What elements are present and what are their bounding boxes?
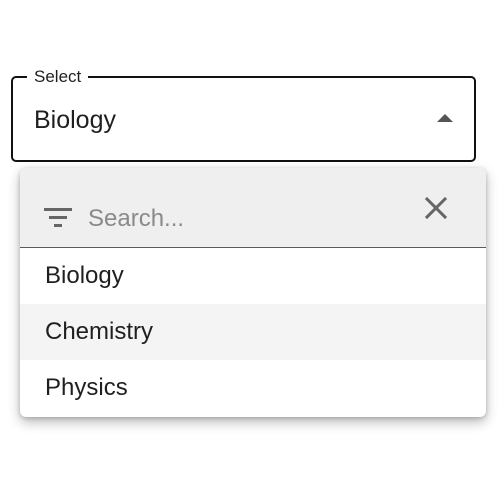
select-label: Select	[27, 67, 89, 87]
option-chemistry[interactable]: Chemistry	[20, 304, 486, 360]
close-icon[interactable]	[422, 194, 450, 222]
select-field[interactable]: Select Biology	[11, 67, 476, 162]
option-physics[interactable]: Physics	[20, 360, 486, 416]
dropdown-menu: Biology Chemistry Physics	[20, 168, 486, 417]
option-biology[interactable]: Biology	[20, 248, 486, 304]
search-input[interactable]	[88, 202, 408, 236]
arrow-up-icon[interactable]	[437, 114, 453, 122]
page: Select Biology Biology Chemistry Physics	[0, 0, 500, 500]
select-value: Biology	[34, 106, 116, 134]
filter-icon	[44, 208, 72, 227]
search-bar	[20, 168, 486, 248]
